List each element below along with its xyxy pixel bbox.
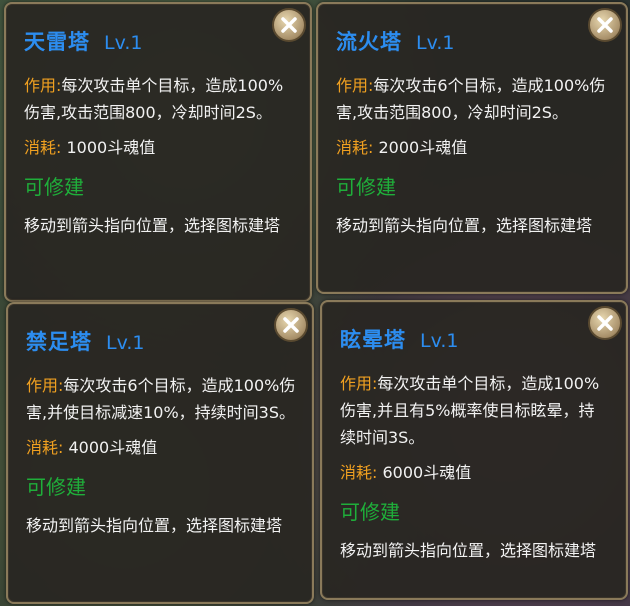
cost-value: 4000斗魂值 bbox=[68, 438, 158, 457]
effect-text: 每次攻击单个目标，造成100%伤害,并且有5%概率使目标眩晕，持续时间3S。 bbox=[340, 374, 600, 447]
tower-cost: 消耗: 4000斗魂值 bbox=[26, 434, 298, 461]
tower-title: 禁足塔 Lv.1 bbox=[26, 326, 298, 356]
build-hint: 移动到箭头指向位置，选择图标建塔 bbox=[340, 541, 597, 560]
effect-label: 作用: bbox=[24, 76, 62, 95]
effect-text: 每次攻击6个目标，造成100%伤害,攻击范围800，冷却时间2S。 bbox=[336, 76, 606, 122]
close-button[interactable] bbox=[274, 308, 308, 342]
tower-name: 眩晕塔 bbox=[340, 328, 406, 352]
tower-card-xuanyun: 眩晕塔 Lv.1 作用:每次攻击单个目标，造成100%伤害,并且有5%概率使目标… bbox=[320, 300, 628, 600]
tower-card-liuhuo: 流火塔 Lv.1 作用:每次攻击6个目标，造成100%伤害,攻击范围800，冷却… bbox=[316, 2, 628, 294]
effect-label: 作用: bbox=[26, 376, 64, 395]
close-icon bbox=[597, 315, 613, 331]
tower-level: Lv.1 bbox=[106, 332, 145, 354]
cost-value: 6000斗魂值 bbox=[382, 463, 472, 482]
build-status: 可修建 bbox=[336, 175, 396, 199]
build-hint: 移动到箭头指向位置，选择图标建塔 bbox=[24, 216, 281, 235]
build-hint: 移动到箭头指向位置，选择图标建塔 bbox=[26, 516, 283, 535]
tower-effect: 作用:每次攻击6个目标，造成100%伤害,并使目标减速10%，持续时间3S。 bbox=[26, 372, 296, 426]
effect-text: 每次攻击6个目标，造成100%伤害,并使目标减速10%，持续时间3S。 bbox=[26, 376, 296, 422]
tower-name: 流火塔 bbox=[336, 30, 402, 54]
effect-text: 每次攻击单个目标，造成100%伤害,攻击范围800，冷却时间2S。 bbox=[24, 76, 284, 122]
tower-title: 天雷塔 Lv.1 bbox=[24, 26, 296, 56]
tower-title: 眩晕塔 Lv.1 bbox=[340, 324, 612, 354]
effect-label: 作用: bbox=[336, 76, 374, 95]
tower-effect: 作用:每次攻击单个目标，造成100%伤害,并且有5%概率使目标眩晕，持续时间3S… bbox=[340, 370, 610, 451]
build-hint: 移动到箭头指向位置，选择图标建塔 bbox=[336, 216, 593, 235]
close-button[interactable] bbox=[588, 8, 622, 42]
tower-card-jinzu: 禁足塔 Lv.1 作用:每次攻击6个目标，造成100%伤害,并使目标减速10%，… bbox=[6, 302, 314, 604]
tower-card-tianlei: 天雷塔 Lv.1 作用:每次攻击单个目标，造成100%伤害,攻击范围800，冷却… bbox=[4, 2, 312, 302]
close-icon bbox=[281, 17, 297, 33]
tower-cost: 消耗: 6000斗魂值 bbox=[340, 459, 612, 486]
build-status: 可修建 bbox=[340, 500, 400, 524]
tower-level: Lv.1 bbox=[416, 32, 455, 54]
close-button[interactable] bbox=[588, 306, 622, 340]
tower-name: 禁足塔 bbox=[26, 330, 92, 354]
tower-cost: 消耗: 2000斗魂值 bbox=[336, 134, 612, 161]
tower-effect: 作用:每次攻击6个目标，造成100%伤害,攻击范围800，冷却时间2S。 bbox=[336, 72, 610, 126]
close-icon bbox=[597, 17, 613, 33]
tower-title: 流火塔 Lv.1 bbox=[336, 26, 612, 56]
tower-name: 天雷塔 bbox=[24, 30, 90, 54]
effect-label: 作用: bbox=[340, 374, 378, 393]
tower-level: Lv.1 bbox=[104, 32, 143, 54]
cost-label: 消耗: bbox=[26, 438, 64, 457]
build-status: 可修建 bbox=[26, 475, 86, 499]
cost-label: 消耗: bbox=[340, 463, 378, 482]
cost-label: 消耗: bbox=[336, 138, 374, 157]
cost-value: 1000斗魂值 bbox=[66, 138, 156, 157]
build-status: 可修建 bbox=[24, 175, 84, 199]
tower-level: Lv.1 bbox=[420, 330, 459, 352]
close-button[interactable] bbox=[272, 8, 306, 42]
tower-cost: 消耗: 1000斗魂值 bbox=[24, 134, 296, 161]
cost-label: 消耗: bbox=[24, 138, 62, 157]
cost-value: 2000斗魂值 bbox=[378, 138, 468, 157]
close-icon bbox=[283, 317, 299, 333]
tower-effect: 作用:每次攻击单个目标，造成100%伤害,攻击范围800，冷却时间2S。 bbox=[24, 72, 294, 126]
